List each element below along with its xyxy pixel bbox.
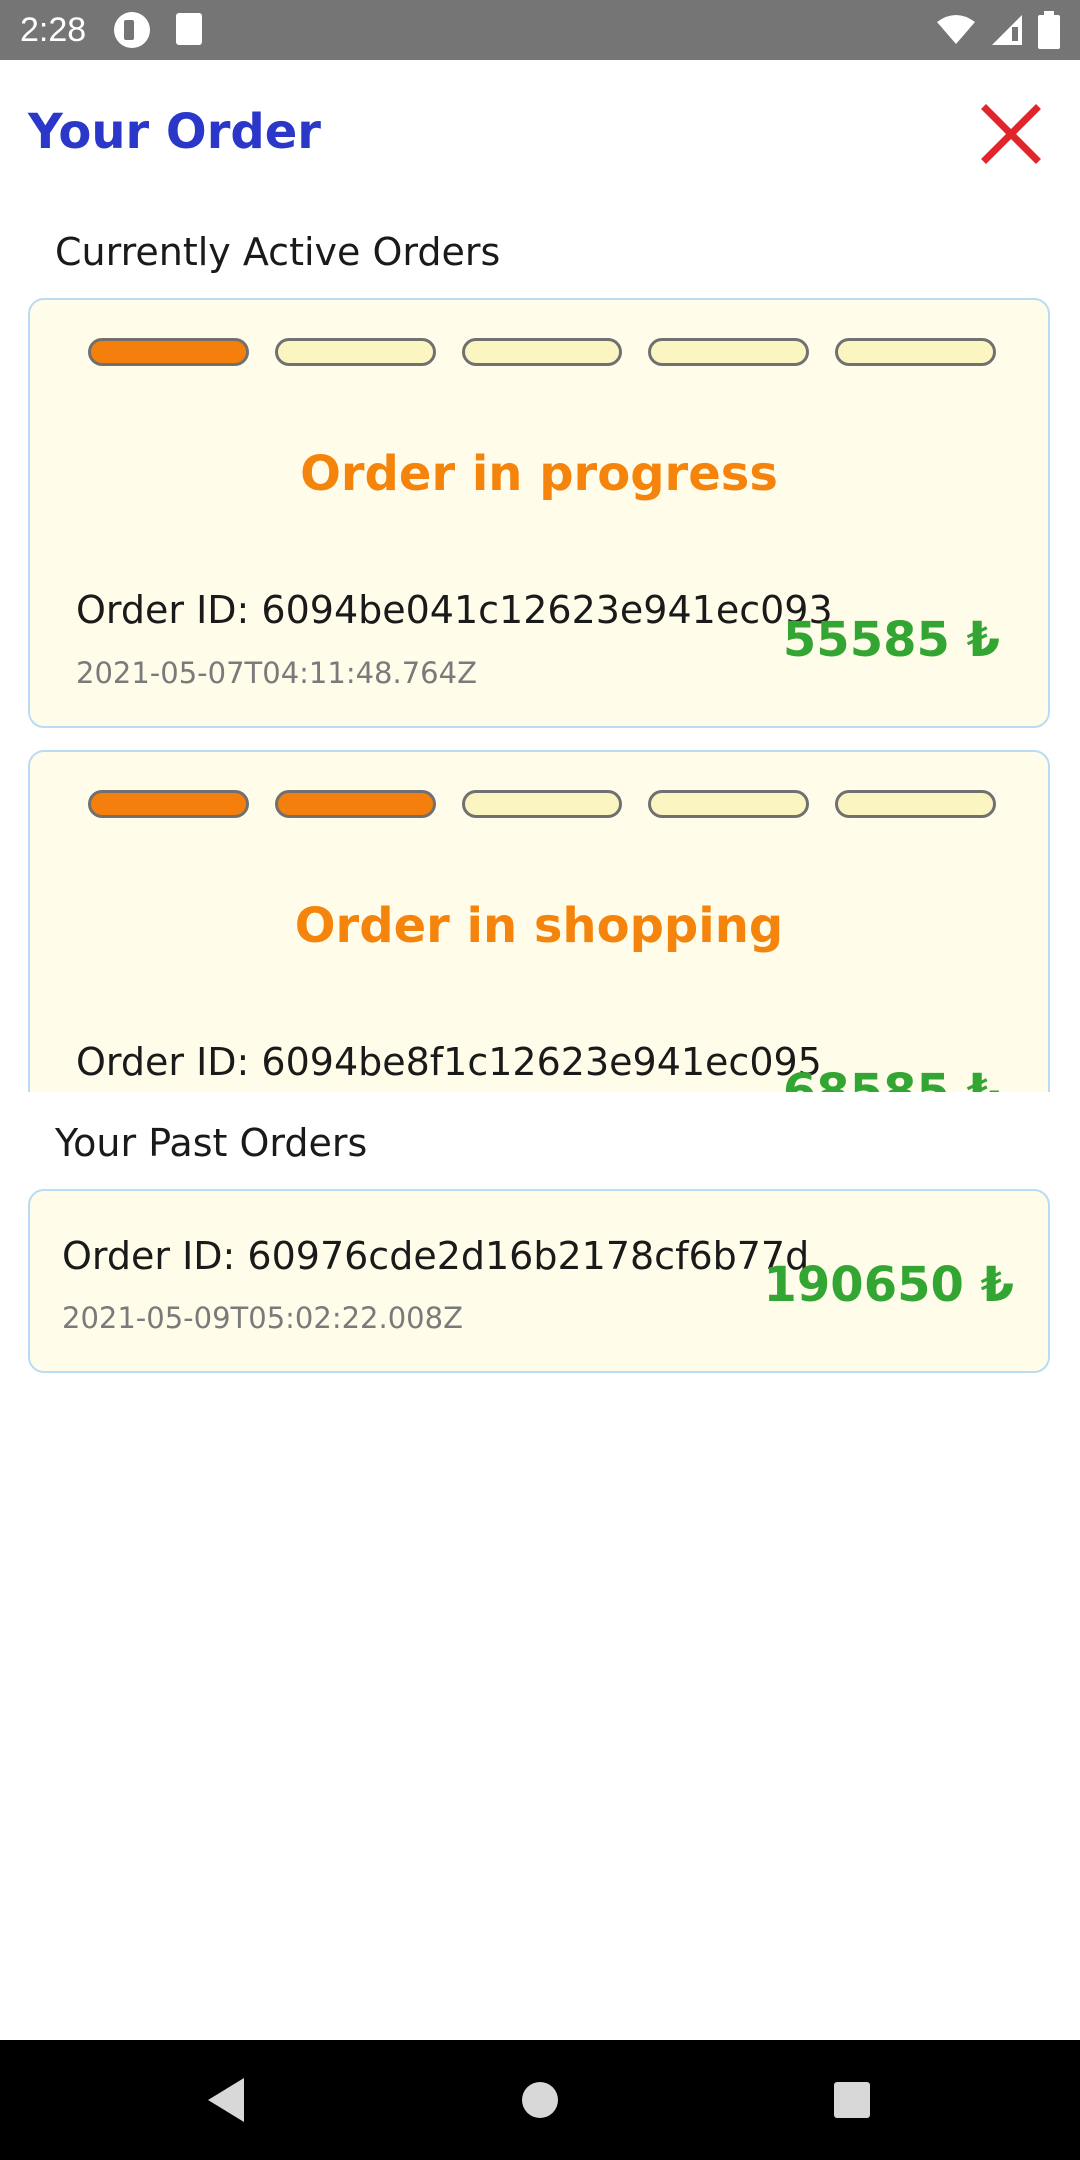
order-price: 68585 ₺ (782, 1064, 1000, 1092)
order-id: Order ID: 60976cde2d16b2178cf6b77d (62, 1234, 810, 1278)
order-price: 190650 ₺ (763, 1257, 1015, 1313)
order-status: Order in shopping (294, 898, 784, 954)
progress-step-done (88, 338, 249, 366)
status-icons (936, 10, 1060, 50)
home-icon[interactable] (510, 2070, 570, 2130)
progress-step-pending (274, 338, 436, 366)
progress-step-pending (461, 790, 623, 818)
active-order-card[interactable]: Order in shopping Order ID: 6094be8f1c12… (28, 750, 1050, 1092)
status-time: 2:28 (20, 11, 87, 49)
close-button[interactable] (980, 103, 1042, 165)
order-status: Order in progress (300, 446, 778, 502)
battery-icon (1038, 11, 1060, 49)
page-title: Your Order (28, 104, 321, 160)
progress-step-pending (835, 338, 996, 366)
progress-step-done (88, 790, 249, 818)
order-date: 2021-05-07T04:11:48.764Z (76, 656, 477, 690)
progress-step-pending (461, 338, 623, 366)
notification-icon (114, 12, 150, 48)
past-orders-label: Your Past Orders (55, 1121, 368, 1165)
recents-icon[interactable] (822, 2070, 882, 2130)
order-id: Order ID: 6094be041c12623e941ec093 (76, 588, 833, 632)
order-id: Order ID: 6094be8f1c12623e941ec095 (76, 1040, 822, 1084)
progress-step-pending (835, 790, 996, 818)
sd-card-icon (176, 13, 202, 45)
progress-step-done (274, 790, 436, 818)
order-progress-bar (88, 790, 996, 818)
status-bar: 2:28 (0, 0, 1080, 60)
order-progress-bar (88, 338, 996, 366)
back-icon[interactable] (196, 2070, 256, 2130)
order-price: 55585 ₺ (782, 612, 1000, 668)
order-date: 2021-05-09T05:02:22.008Z (62, 1301, 463, 1335)
wifi-icon (937, 15, 975, 44)
progress-step-pending (648, 790, 810, 818)
progress-step-pending (648, 338, 810, 366)
active-orders-label: Currently Active Orders (55, 230, 501, 274)
past-order-card[interactable]: Order ID: 60976cde2d16b2178cf6b77d 2021-… (28, 1189, 1050, 1373)
close-icon (981, 104, 1041, 164)
active-order-card[interactable]: Order in progress Order ID: 6094be041c12… (28, 298, 1050, 728)
navigation-bar (0, 2040, 1080, 2160)
screen: 2:28 Your Order Currently Active Orders (0, 0, 1080, 2160)
signal-icon (992, 15, 1022, 45)
